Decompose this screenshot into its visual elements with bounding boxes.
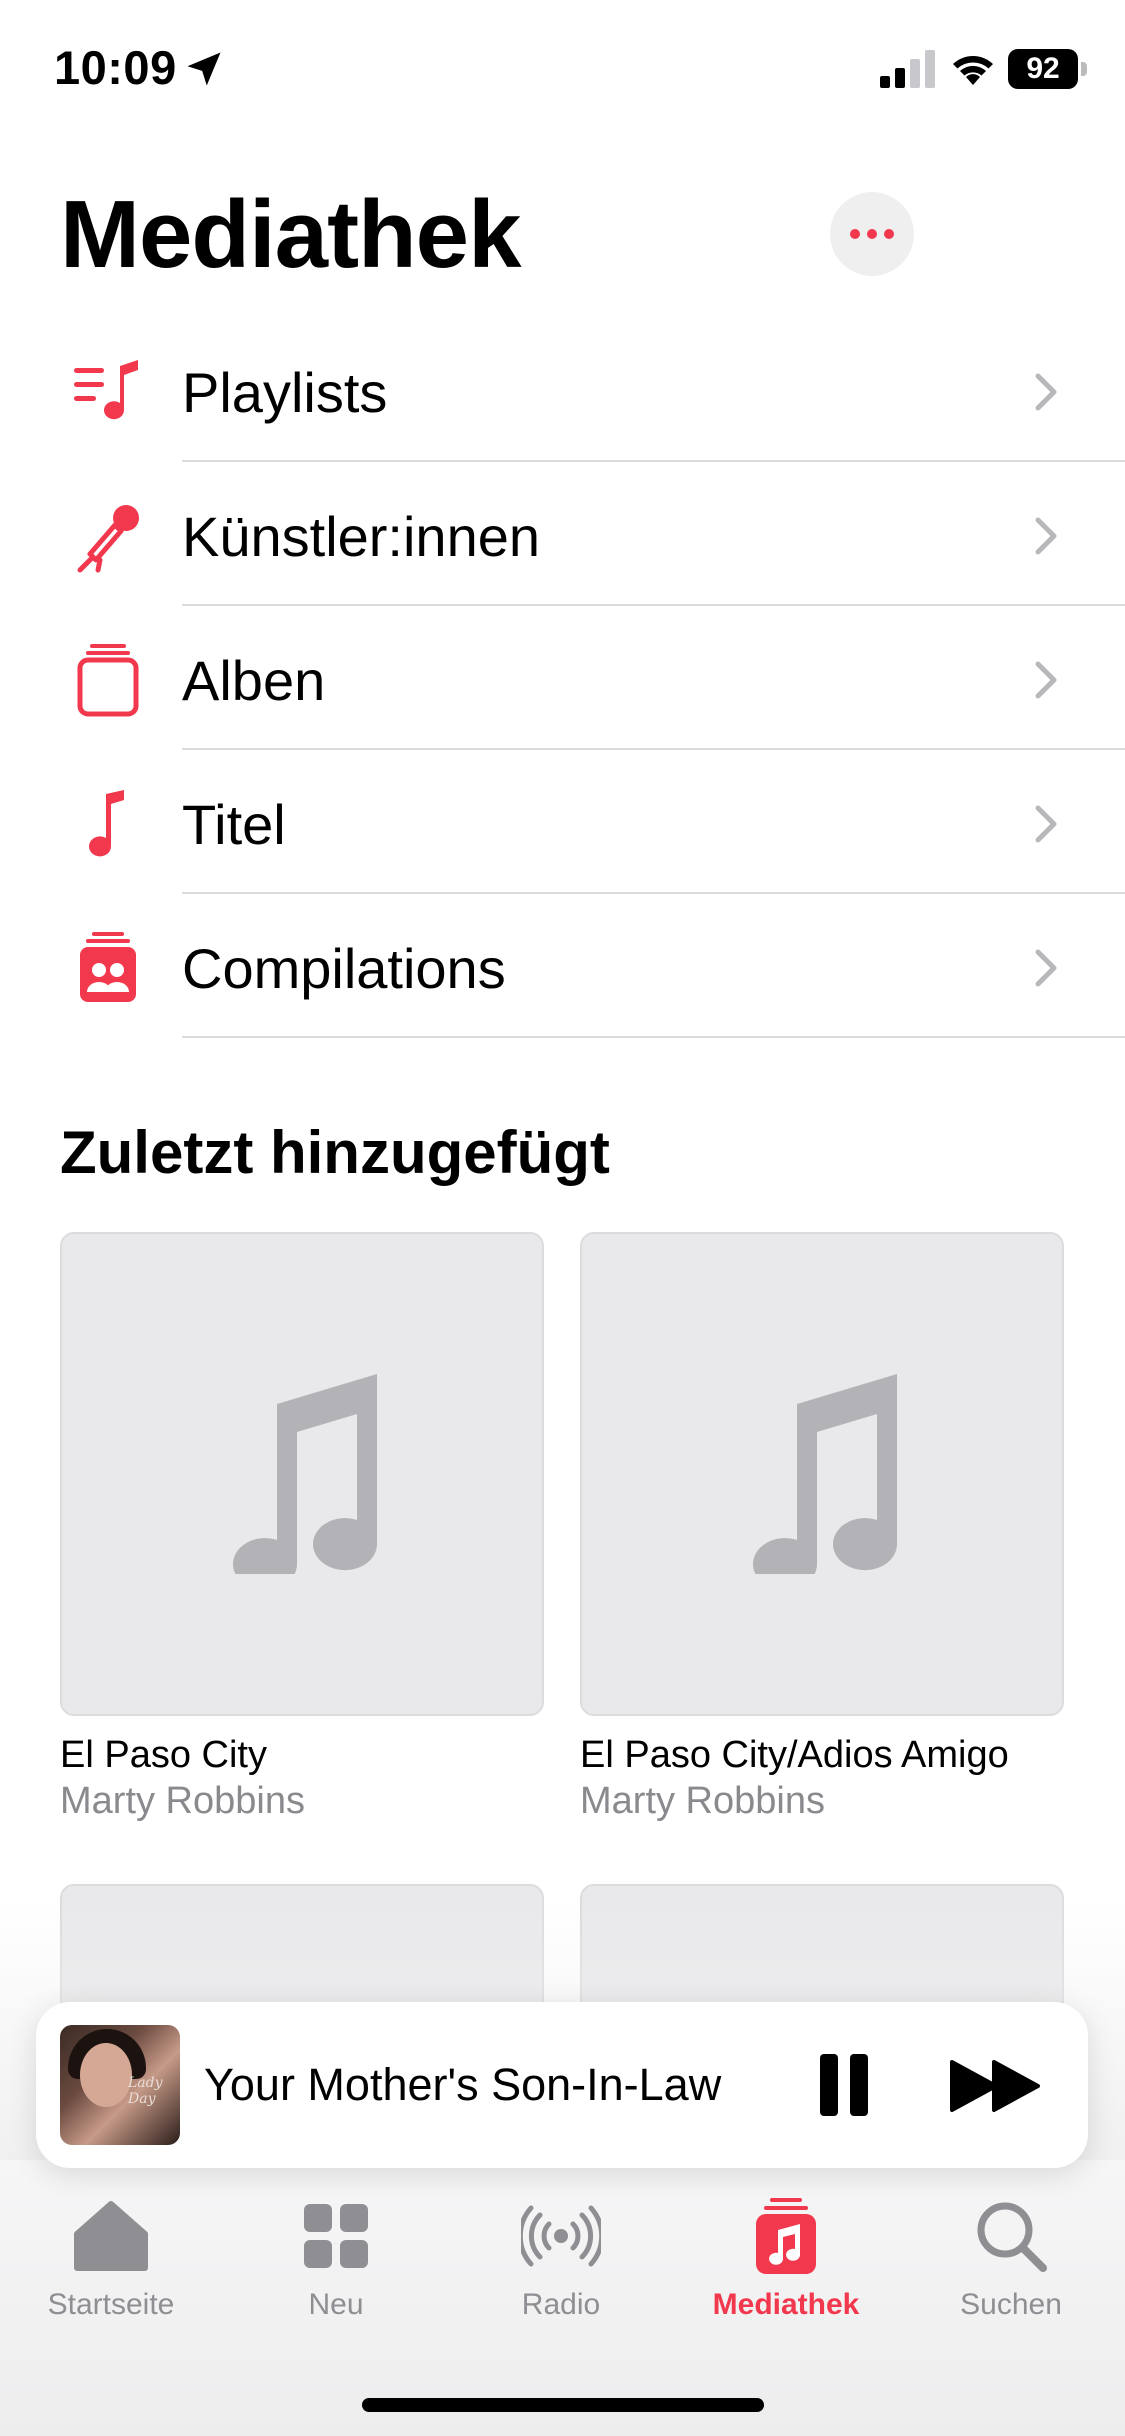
artwork-face xyxy=(80,2043,132,2107)
library-item-label: Alben xyxy=(182,649,326,712)
compilations-icon xyxy=(80,932,136,1002)
battery-icon: 92 xyxy=(1008,49,1090,89)
tab-label: Suchen xyxy=(960,2288,1062,2321)
page-title: Mediathek xyxy=(60,181,521,288)
playlist-icon xyxy=(74,360,138,420)
tab-library[interactable]: Mediathek xyxy=(686,2196,886,2322)
library-item-songs[interactable]: Titel xyxy=(0,750,1125,894)
chevron-right-icon xyxy=(1035,517,1057,555)
divider xyxy=(182,1036,1125,1038)
music-note-icon xyxy=(89,790,124,857)
chevron-right-icon xyxy=(1035,373,1057,411)
library-list: Playlists Künstler:innen Alben Titel Com… xyxy=(0,318,1125,1038)
now-playing-title: Your Mother's Son-In-Law xyxy=(204,2059,722,2110)
tab-search[interactable]: Suchen xyxy=(911,2196,1111,2322)
battery-level: 92 xyxy=(1008,49,1078,89)
library-item-albums[interactable]: Alben xyxy=(0,606,1125,750)
music-note-icon xyxy=(233,1374,378,1574)
tab-new[interactable]: Neu xyxy=(236,2196,436,2322)
fast-forward-icon[interactable] xyxy=(950,2058,1042,2114)
grid-icon xyxy=(304,2204,368,2268)
search-icon xyxy=(977,2202,1047,2272)
tab-label: Radio xyxy=(521,2288,601,2321)
album-stack-icon xyxy=(77,644,139,717)
now-playing-artwork: Lady Day xyxy=(60,2025,180,2145)
library-item-compilations[interactable]: Compilations xyxy=(0,894,1125,1038)
pause-icon[interactable] xyxy=(816,2052,872,2118)
music-note-icon xyxy=(753,1374,898,1574)
library-item-playlists[interactable]: Playlists xyxy=(0,318,1125,462)
album-card[interactable]: El Paso City/Adios Amigo Marty Robbins xyxy=(580,1232,1064,1824)
radio-broadcast-icon xyxy=(521,2205,601,2267)
mini-player[interactable]: Lady Day Your Mother's Son-In-Law xyxy=(36,2002,1088,2168)
library-icon xyxy=(756,2198,816,2274)
tab-label: Startseite xyxy=(47,2288,175,2321)
library-item-label: Titel xyxy=(182,793,286,856)
ellipsis-dot xyxy=(884,229,894,239)
album-artist: Marty Robbins xyxy=(580,1780,825,1822)
album-artwork-placeholder xyxy=(580,1232,1064,1716)
ellipsis-dot xyxy=(867,229,877,239)
cellular-signal-icon xyxy=(880,50,935,88)
tab-radio[interactable]: Radio xyxy=(461,2196,661,2322)
album-title: El Paso City xyxy=(60,1734,267,1776)
tab-label: Neu xyxy=(308,2288,364,2321)
tab-label: Mediathek xyxy=(712,2288,860,2321)
library-item-label: Compilations xyxy=(182,937,506,1000)
battery-cap xyxy=(1081,62,1087,76)
home-indicator[interactable] xyxy=(362,2398,764,2412)
album-title: El Paso City/Adios Amigo xyxy=(580,1734,1009,1776)
home-icon xyxy=(74,2201,148,2271)
library-item-label: Playlists xyxy=(182,361,388,424)
more-options-button[interactable] xyxy=(830,192,914,276)
library-item-artists[interactable]: Künstler:innen xyxy=(0,462,1125,606)
artwork-signature: Lady Day xyxy=(128,2075,163,2107)
ellipsis-icon xyxy=(850,229,860,239)
album-artist: Marty Robbins xyxy=(60,1780,305,1822)
chevron-right-icon xyxy=(1035,805,1057,843)
status-time: 10:09 xyxy=(54,41,177,94)
wifi-icon xyxy=(953,56,993,85)
status-bar: 10:09 92 xyxy=(0,0,1125,140)
chevron-right-icon xyxy=(1035,661,1057,699)
section-title: Zuletzt hinzugefügt xyxy=(60,1119,610,1186)
microphone-icon xyxy=(77,505,139,573)
library-item-label: Künstler:innen xyxy=(182,505,541,568)
album-card[interactable]: El Paso City Marty Robbins xyxy=(60,1232,544,1824)
album-artwork-placeholder xyxy=(60,1232,544,1716)
location-arrow-icon xyxy=(187,52,221,86)
chevron-right-icon xyxy=(1035,949,1057,987)
tab-home[interactable]: Startseite xyxy=(11,2196,211,2322)
